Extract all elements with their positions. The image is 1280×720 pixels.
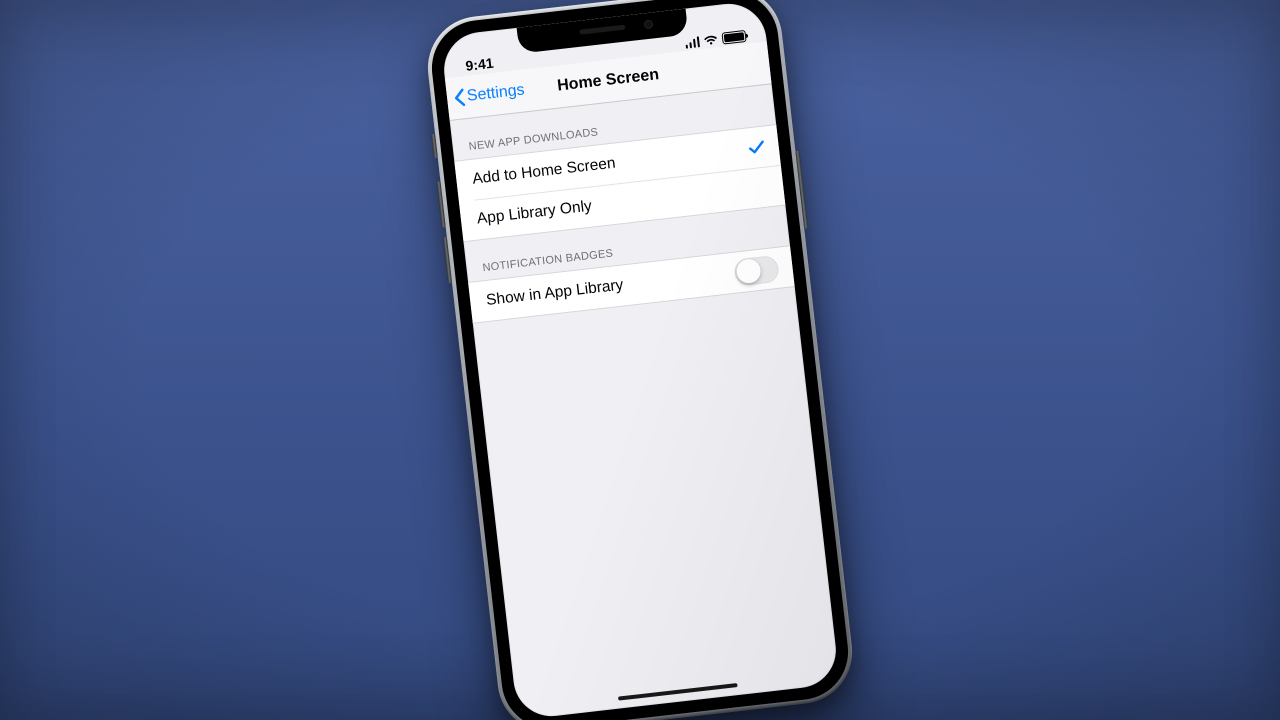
option-label: App Library Only [476,198,593,229]
page-title: Home Screen [556,66,660,95]
chevron-left-icon [452,87,466,108]
toggle-knob [735,258,762,285]
phone-mockup: 9:41 [422,0,857,720]
back-label: Settings [466,81,525,105]
checkmark-icon [748,140,765,156]
phone-frame: 9:41 [422,0,857,720]
option-label: Show in App Library [485,276,624,309]
toggle-switch[interactable] [733,254,780,286]
home-indicator[interactable] [618,683,738,701]
phone-bezel: 9:41 [427,0,853,720]
option-label: Add to Home Screen [472,155,617,189]
battery-icon [721,30,746,45]
background: 9:41 [0,0,1280,720]
screen: 9:41 [440,0,840,720]
status-time: 9:41 [465,55,495,74]
wifi-icon [703,34,719,47]
silence-switch [431,134,438,158]
back-button[interactable]: Settings [451,69,527,119]
cellular-icon [684,36,700,49]
